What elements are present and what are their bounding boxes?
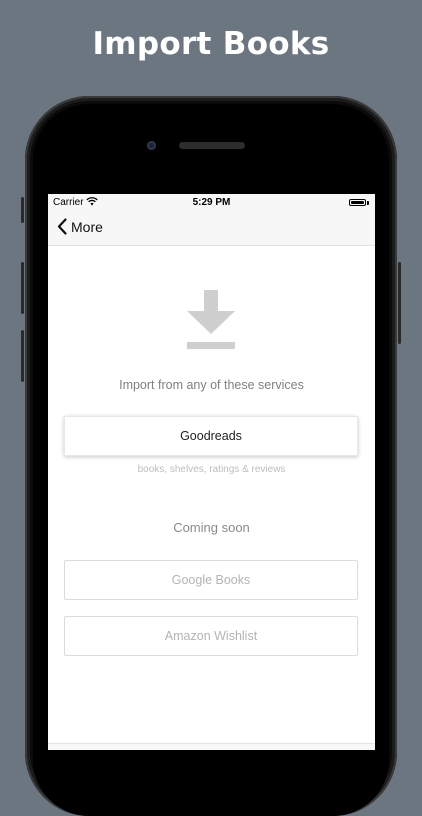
back-button-label: More <box>71 218 103 235</box>
amazon-wishlist-button[interactable]: Amazon Wishlist <box>64 616 358 656</box>
google-books-button[interactable]: Google Books <box>64 560 358 600</box>
status-bar: Carrier 5:29 PM <box>48 194 375 212</box>
volume-down-button <box>21 330 24 382</box>
volume-up-button <box>21 262 24 314</box>
promo-headline: Import Books <box>92 26 330 62</box>
goodreads-button[interactable]: Goodreads <box>64 416 358 456</box>
goodreads-caption: books, shelves, ratings & reviews <box>137 464 286 475</box>
google-books-button-label: Google Books <box>171 573 251 587</box>
app-screen: Carrier 5:29 PM More Import from any of … <box>48 194 375 750</box>
front-camera <box>147 141 156 150</box>
download-icon <box>187 290 235 355</box>
chevron-left-icon <box>57 218 67 235</box>
mute-switch <box>21 197 24 223</box>
coming-soon-heading: Coming soon <box>173 520 250 535</box>
amazon-wishlist-button-label: Amazon Wishlist <box>164 629 258 643</box>
power-button <box>398 262 401 344</box>
goodreads-button-label: Goodreads <box>180 429 242 443</box>
battery-icon <box>349 199 366 206</box>
bottom-bar <box>48 743 375 750</box>
battery-tip <box>367 201 369 205</box>
navigation-bar: More <box>48 212 375 246</box>
earpiece-speaker <box>179 142 245 149</box>
status-time: 5:29 PM <box>192 197 231 208</box>
back-button[interactable]: More <box>57 218 103 235</box>
import-subtitle: Import from any of these services <box>119 378 304 392</box>
